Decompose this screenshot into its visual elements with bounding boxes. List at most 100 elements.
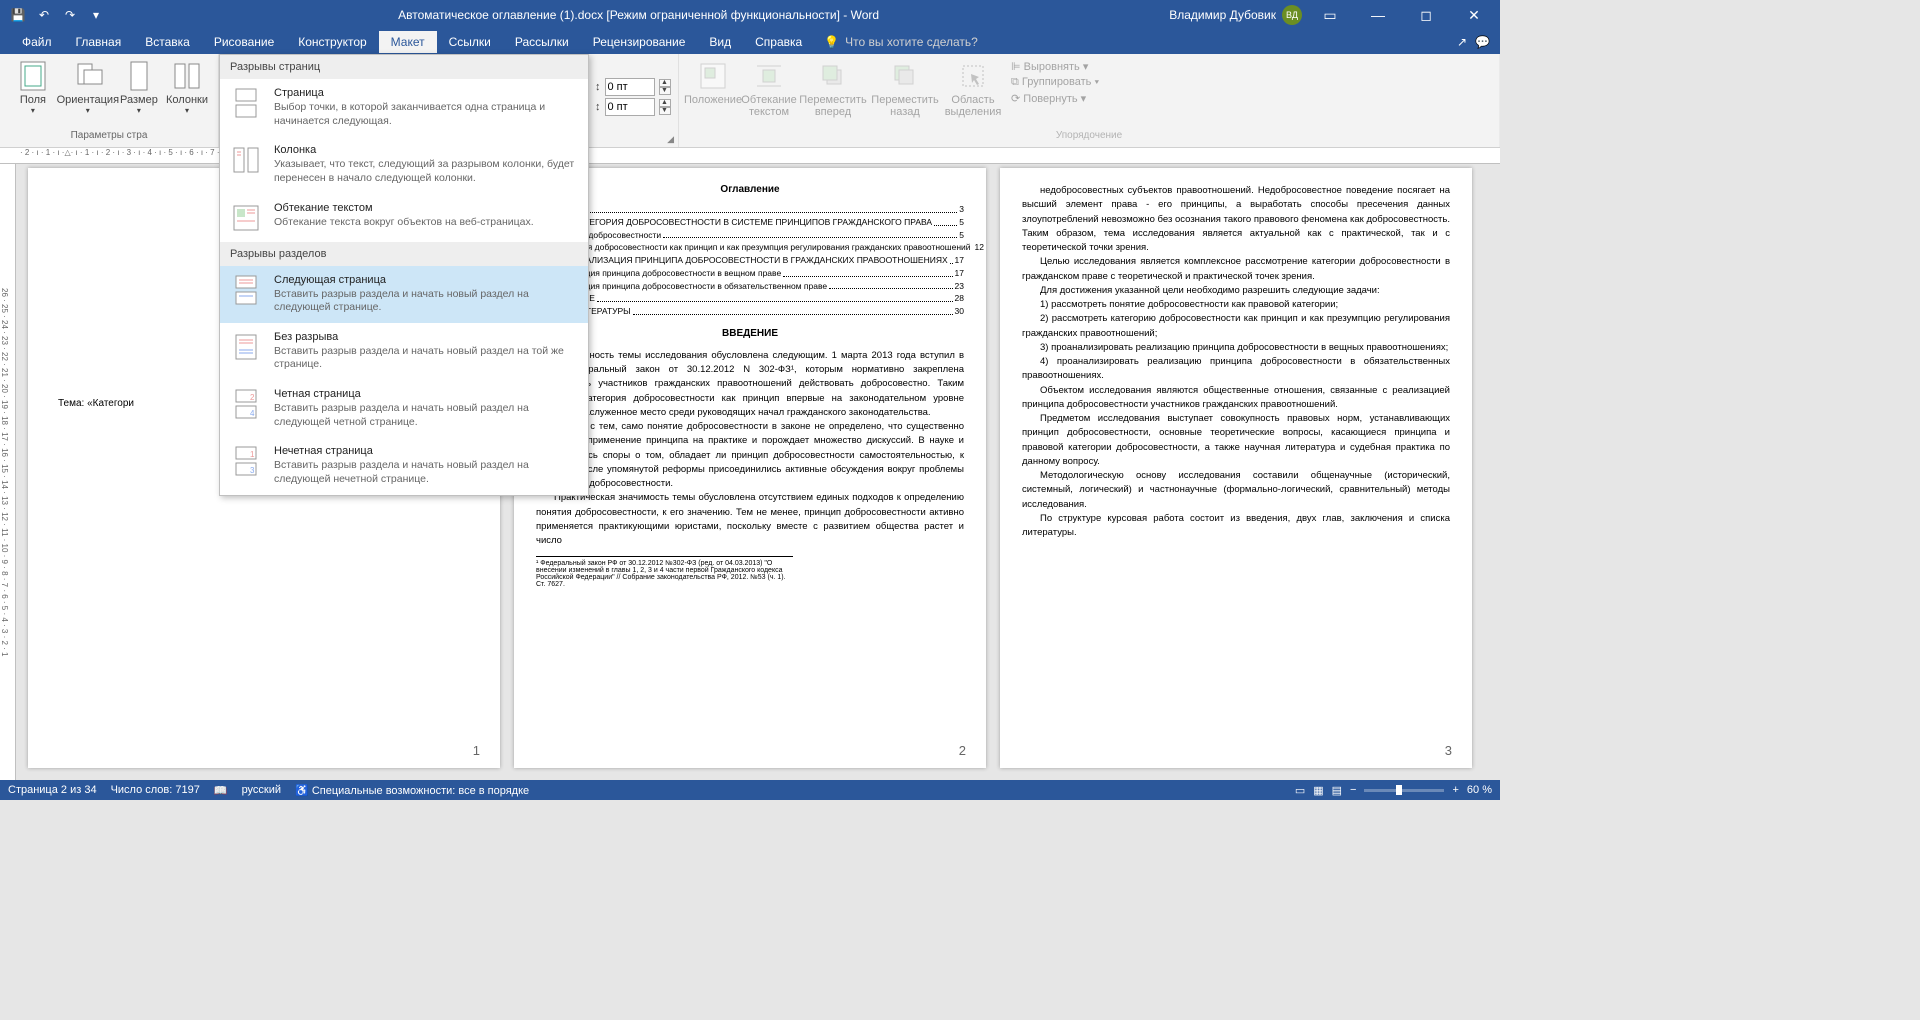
undo-button[interactable]: ↶ — [32, 3, 56, 27]
break-continuous[interactable]: Без разрываВставить разрыв раздела и нач… — [220, 323, 588, 380]
toc-title: Оглавление — [536, 184, 964, 195]
align-button: ⊫ Выровнять ▾ — [1011, 60, 1099, 73]
size-button[interactable]: Размер▾ — [116, 58, 162, 117]
paragraph-dialog-launcher[interactable]: ◢ — [667, 134, 674, 145]
tab-mailings[interactable]: Рассылки — [503, 31, 581, 53]
group-button: ⧉ Группировать ▾ — [1011, 76, 1099, 89]
spin-down[interactable]: ▼ — [659, 107, 671, 115]
break-column[interactable]: КолонкаУказывает, что текст, следующий з… — [220, 136, 588, 193]
maximize-button[interactable]: ◻ — [1406, 0, 1446, 30]
margins-icon — [17, 60, 49, 92]
zoom-in[interactable]: + — [1452, 784, 1458, 796]
p3-task1: 1) рассмотреть понятие добросовестности … — [1022, 298, 1450, 312]
selection-pane-button[interactable]: Область выделения — [941, 58, 1005, 120]
break-page[interactable]: СтраницаВыбор точки, в которой заканчива… — [220, 79, 588, 136]
share-button[interactable]: ↗ — [1457, 35, 1467, 49]
zoom-out[interactable]: − — [1350, 784, 1356, 796]
spacing-after-input[interactable] — [605, 98, 655, 116]
orientation-button[interactable]: Ориентация▾ — [60, 58, 116, 117]
margins-button[interactable]: Поля▾ — [6, 58, 60, 117]
view-web-layout[interactable]: ▤ — [1332, 784, 1342, 797]
toc-entry: 1.2. Категория добросовестности как прин… — [536, 241, 964, 254]
view-print-layout[interactable]: ▦ — [1313, 784, 1323, 797]
selection-icon — [957, 60, 989, 92]
section-breaks-header: Разрывы разделов — [220, 242, 588, 266]
user-account[interactable]: Владимир Дубовик ВД — [1169, 5, 1302, 25]
odd-page-break-icon: 13 — [230, 445, 262, 477]
continuous-break-icon — [230, 331, 262, 363]
textwrap-break-icon — [230, 202, 262, 234]
tab-view[interactable]: Вид — [697, 31, 743, 53]
qat-customize[interactable]: ▾ — [84, 3, 108, 27]
p2-para2: Вместе с тем, само понятие добросовестно… — [536, 420, 964, 491]
ribbon-tabs: Файл Главная Вставка Рисование Конструкт… — [0, 30, 1500, 54]
p3-para2: Целью исследования является комплексное … — [1022, 255, 1450, 284]
svg-text:4: 4 — [250, 409, 255, 418]
page-break-icon — [230, 87, 262, 119]
rotate-button: ⟳ Повернуть ▾ — [1011, 92, 1099, 105]
p3-para1: недобросовестных субъектов правоотношени… — [1022, 184, 1450, 255]
spin-up[interactable]: ▲ — [659, 99, 671, 107]
p3-para3: Для достижения указанной цели необходимо… — [1022, 284, 1450, 298]
tab-layout[interactable]: Макет — [379, 31, 437, 53]
lightbulb-icon: 💡 — [824, 35, 839, 49]
spacing-before-input[interactable] — [605, 78, 655, 96]
p3-task4: 4) проанализировать реализацию принципа … — [1022, 355, 1450, 384]
tab-home[interactable]: Главная — [64, 31, 134, 53]
next-page-break-icon — [230, 274, 262, 306]
wrap-icon — [753, 60, 785, 92]
view-read-mode[interactable]: ▭ — [1295, 784, 1305, 797]
toc-entry: ЗАКЛЮЧЕНИЕ28 — [536, 292, 964, 305]
status-proofing-icon[interactable]: 📖 — [214, 784, 228, 797]
page-number-1: 1 — [473, 743, 480, 758]
close-button[interactable]: ✕ — [1454, 0, 1494, 30]
zoom-level[interactable]: 60 % — [1467, 784, 1492, 796]
p3-task3: 3) проанализировать реализацию принципа … — [1022, 341, 1450, 355]
ribbon-display-options[interactable]: ▭ — [1310, 0, 1350, 30]
p3-para6: Методологическую основу исследования сос… — [1022, 469, 1450, 512]
page-3[interactable]: недобросовестных субъектов правоотношени… — [1000, 168, 1472, 768]
toc-entry: 2.1. Реализация принципа добросовестност… — [536, 267, 964, 280]
save-button[interactable]: 💾 — [6, 3, 30, 27]
vertical-ruler[interactable]: 26 · 25 · 24 · 23 · 22 · 21 · 20 · 19 · … — [0, 164, 16, 780]
break-odd-page[interactable]: 13 Нечетная страницаВставить разрыв разд… — [220, 437, 588, 494]
minimize-button[interactable]: — — [1358, 0, 1398, 30]
break-text-wrapping[interactable]: Обтекание текстомОбтекание текста вокруг… — [220, 194, 588, 242]
svg-text:3: 3 — [250, 466, 255, 475]
status-language[interactable]: русский — [242, 784, 281, 796]
tab-help[interactable]: Справка — [743, 31, 814, 53]
comments-button[interactable]: 💬 — [1475, 35, 1490, 49]
toc-entry: ГЛАВА 1. КАТЕГОРИЯ ДОБРОСОВЕСТНОСТИ В СИ… — [536, 216, 964, 229]
tab-file[interactable]: Файл — [10, 31, 64, 53]
redo-button[interactable]: ↷ — [58, 3, 82, 27]
p3-para4: Объектом исследования являются обществен… — [1022, 384, 1450, 413]
break-next-page[interactable]: Следующая страницаВставить разрыв раздел… — [220, 266, 588, 323]
tab-review[interactable]: Рецензирование — [581, 31, 698, 53]
tab-design[interactable]: Конструктор — [286, 31, 378, 53]
spin-down[interactable]: ▼ — [659, 87, 671, 95]
status-accessibility[interactable]: ♿ Специальные возможности: все в порядке — [295, 784, 529, 797]
spin-up[interactable]: ▲ — [659, 79, 671, 87]
svg-text:1: 1 — [250, 450, 255, 459]
columns-icon — [171, 60, 203, 92]
page-number-2: 2 — [959, 743, 966, 758]
wrap-text-button: Обтекание текстом — [741, 58, 797, 120]
status-word-count[interactable]: Число слов: 7197 — [111, 784, 200, 796]
titlebar: 💾 ↶ ↷ ▾ Автоматическое оглавление (1).do… — [0, 0, 1500, 30]
status-page[interactable]: Страница 2 из 34 — [8, 784, 97, 796]
tab-insert[interactable]: Вставка — [133, 31, 202, 53]
p3-para5: Предметом исследования выступает совокуп… — [1022, 412, 1450, 469]
columns-button[interactable]: Колонки▾ — [162, 58, 212, 117]
position-button: Положение — [685, 58, 741, 120]
break-even-page[interactable]: 24 Четная страницаВставить разрыв раздел… — [220, 380, 588, 437]
tab-references[interactable]: Ссылки — [437, 31, 503, 53]
tell-me-search[interactable]: 💡 Что вы хотите сделать? — [824, 35, 978, 49]
tab-draw[interactable]: Рисование — [202, 31, 286, 53]
zoom-slider[interactable] — [1364, 789, 1444, 792]
backward-icon — [889, 60, 921, 92]
send-backward-button: Переместить назад — [869, 58, 941, 120]
position-icon — [697, 60, 729, 92]
spacing-before-icon: ↕ — [595, 81, 601, 93]
spacing-after-icon: ↕ — [595, 101, 601, 113]
page-setup-group-label: Параметры стра — [6, 130, 212, 143]
